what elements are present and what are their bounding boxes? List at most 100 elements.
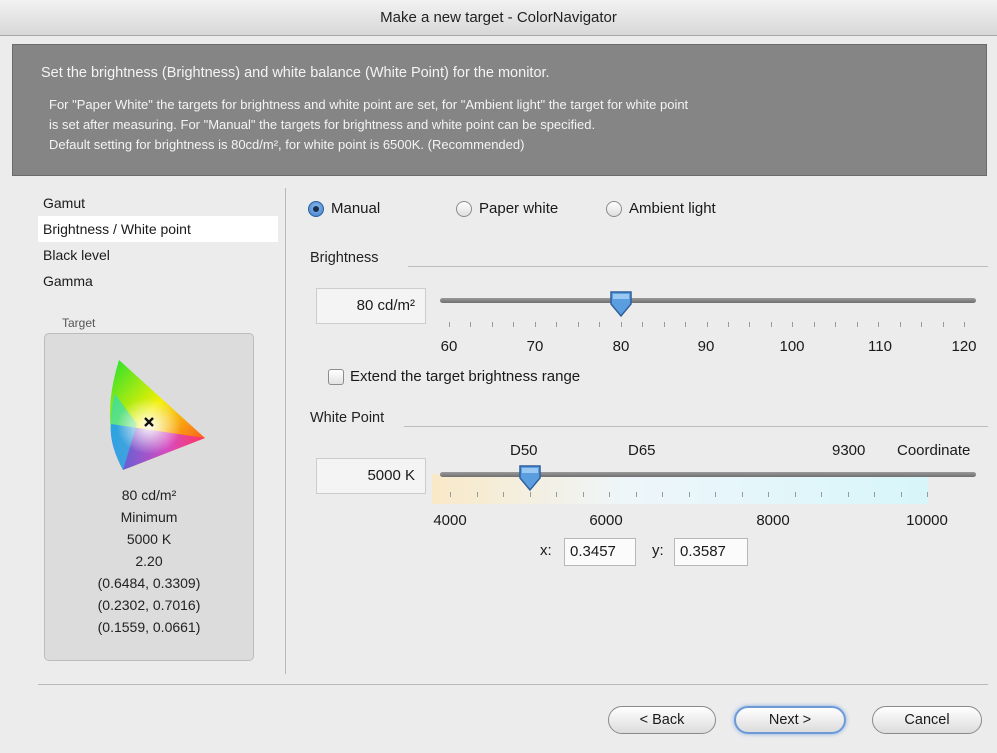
slider-tick-mark: [513, 322, 515, 327]
radio-unselected-icon: [606, 200, 622, 217]
x-coordinate-field[interactable]: 0.3457: [564, 538, 636, 566]
instructions-line: is set after measuring. For "Manual" the…: [49, 117, 596, 132]
brightness-slider-thumb[interactable]: [609, 290, 633, 318]
slider-tick-mark: [847, 492, 849, 497]
radio-unselected-icon: [456, 200, 472, 217]
brightness-tick-label: 110: [868, 338, 892, 355]
slider-tick-mark: [470, 322, 472, 327]
slider-tick-mark: [599, 322, 601, 327]
target-brightness-value: 80 cd/m²: [121, 487, 177, 503]
preset-9300-label[interactable]: 9300: [832, 442, 865, 459]
preset-d50-label[interactable]: D50: [510, 442, 538, 459]
slider-tick-mark: [556, 492, 557, 497]
brightness-tick-label: 80: [612, 338, 630, 355]
slider-tick-mark: [503, 492, 504, 497]
slider-tick-mark: [927, 492, 928, 497]
slider-tick-mark: [899, 322, 901, 327]
target-red-primary-value: (0.6484, 0.3309): [97, 575, 201, 591]
target-white-point-value: 5000 K: [126, 531, 172, 547]
step-navigation: Gamut Brightness / White point Black lev…: [38, 190, 278, 294]
slider-tick-mark: [835, 322, 837, 327]
y-coordinate-label: y:: [652, 542, 664, 559]
slider-tick-mark: [727, 322, 729, 327]
extend-brightness-checkbox[interactable]: Extend the target brightness range: [328, 368, 580, 385]
slider-tick-mark: [792, 322, 794, 327]
x-coordinate-label: x:: [540, 542, 552, 559]
target-green-primary-value: (0.2302, 0.7016): [97, 597, 201, 613]
radio-manual-label: Manual: [331, 200, 381, 217]
slider-tick-mark: [706, 322, 708, 327]
footer-divider: [38, 684, 988, 685]
brightness-value-display: 80 cd/m²: [316, 288, 426, 324]
white-point-tick-label: 4000: [433, 512, 467, 529]
slider-tick-mark: [529, 492, 531, 497]
slider-tick-mark: [874, 492, 875, 497]
checkbox-unchecked-icon: [328, 368, 344, 385]
back-button[interactable]: < Back: [608, 706, 716, 734]
white-point-tick-label: 10000: [906, 512, 948, 529]
radio-paper-white-label: Paper white: [479, 200, 559, 217]
preset-coordinate-label[interactable]: Coordinate: [897, 442, 970, 459]
brightness-section-title: Brightness: [310, 250, 379, 266]
radio-paper-white[interactable]: Paper white: [456, 200, 558, 217]
slider-tick-mark: [685, 322, 687, 327]
slider-tick-mark: [620, 322, 622, 327]
radio-ambient-light[interactable]: Ambient light: [606, 200, 716, 217]
nav-item-gamut[interactable]: Gamut: [38, 190, 278, 216]
slider-tick-mark: [688, 492, 690, 497]
y-coordinate-field[interactable]: 0.3587: [674, 538, 748, 566]
instructions-panel: Set the brightness (Brightness) and whit…: [12, 44, 987, 176]
nav-item-black-level[interactable]: Black level: [38, 242, 278, 268]
brightness-tick-label: 120: [951, 338, 977, 355]
target-blue-primary-value: (0.1559, 0.0661): [97, 619, 201, 635]
slider-tick-mark: [878, 322, 880, 327]
target-label: Target: [62, 316, 96, 330]
slider-tick-mark: [942, 322, 944, 327]
target-black-level-value: Minimum: [120, 509, 178, 525]
slider-tick-mark: [715, 492, 716, 497]
radio-manual[interactable]: Manual: [308, 200, 380, 217]
color-temperature-gradient: [432, 474, 928, 504]
cancel-button[interactable]: Cancel: [872, 706, 982, 734]
white-point-slider-thumb[interactable]: [518, 464, 542, 492]
slider-tick-mark: [768, 492, 769, 497]
radio-ambient-light-label: Ambient light: [629, 200, 716, 217]
slider-tick-mark: [534, 322, 536, 327]
slider-tick-mark: [921, 322, 923, 327]
nav-item-brightness-white-point[interactable]: Brightness / White point: [38, 216, 278, 242]
slider-tick-mark: [662, 492, 663, 497]
slider-tick-mark: [663, 322, 665, 327]
slider-tick-mark: [770, 322, 772, 327]
slider-tick-mark: [794, 492, 796, 497]
slider-tick-mark: [635, 492, 637, 497]
slider-tick-mark: [900, 492, 902, 497]
brightness-tick-label: 70: [526, 338, 544, 355]
radio-selected-icon: [308, 200, 324, 217]
gamut-triangle-icon: [109, 360, 205, 470]
section-divider: [404, 426, 988, 427]
window-title: Make a new target - ColorNavigator: [0, 0, 997, 36]
preset-d65-label[interactable]: D65: [628, 442, 656, 459]
slider-tick-mark: [491, 322, 493, 327]
brightness-tick-label: 60: [440, 338, 458, 355]
slider-tick-mark: [476, 492, 478, 497]
slider-tick-mark: [749, 322, 751, 327]
instructions-line: For "Paper White" the targets for bright…: [49, 97, 689, 112]
slider-tick-mark: [813, 322, 815, 327]
slider-tick-mark: [642, 322, 644, 327]
slider-tick-mark: [450, 492, 451, 497]
white-point-value-display: 5000 K: [316, 458, 426, 494]
slider-tick-mark: [577, 322, 579, 327]
white-point-section-title: White Point: [310, 410, 385, 426]
brightness-slider-track[interactable]: [440, 298, 976, 303]
section-divider: [408, 266, 988, 267]
slider-tick-mark: [556, 322, 558, 327]
nav-item-gamma[interactable]: Gamma: [38, 268, 278, 294]
target-gamma-value: 2.20: [135, 553, 163, 569]
extend-brightness-label: Extend the target brightness range: [350, 368, 581, 385]
instructions-heading: Set the brightness (Brightness) and whit…: [41, 65, 550, 81]
instructions-line: Default setting for brightness is 80cd/m…: [49, 137, 525, 152]
next-button[interactable]: Next >: [734, 706, 846, 734]
slider-tick-mark: [449, 322, 450, 327]
brightness-tick-label: 100: [779, 338, 805, 355]
